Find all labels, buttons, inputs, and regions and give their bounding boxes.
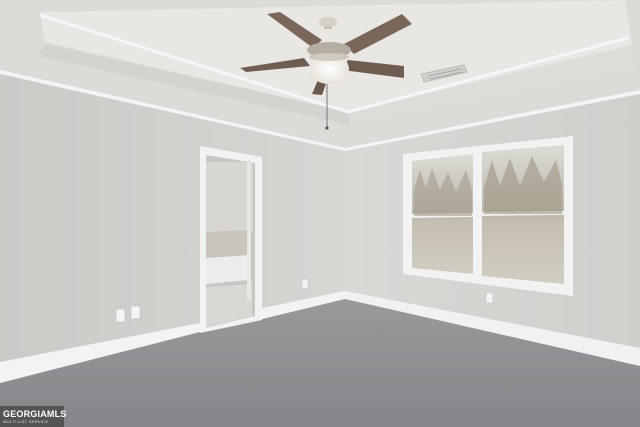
watermark-tagline: MULTI-LIST SERVICE xyxy=(3,419,49,424)
window xyxy=(403,136,573,296)
room-photo: GEORGIAMLS MULTI-LIST SERVICE xyxy=(0,0,640,427)
georgiamls-watermark: GEORGIAMLS MULTI-LIST SERVICE xyxy=(0,406,67,427)
bathroom-doorway xyxy=(200,146,262,333)
room-scene xyxy=(0,0,640,427)
watermark-brand: GEORGIAMLS xyxy=(3,409,67,419)
